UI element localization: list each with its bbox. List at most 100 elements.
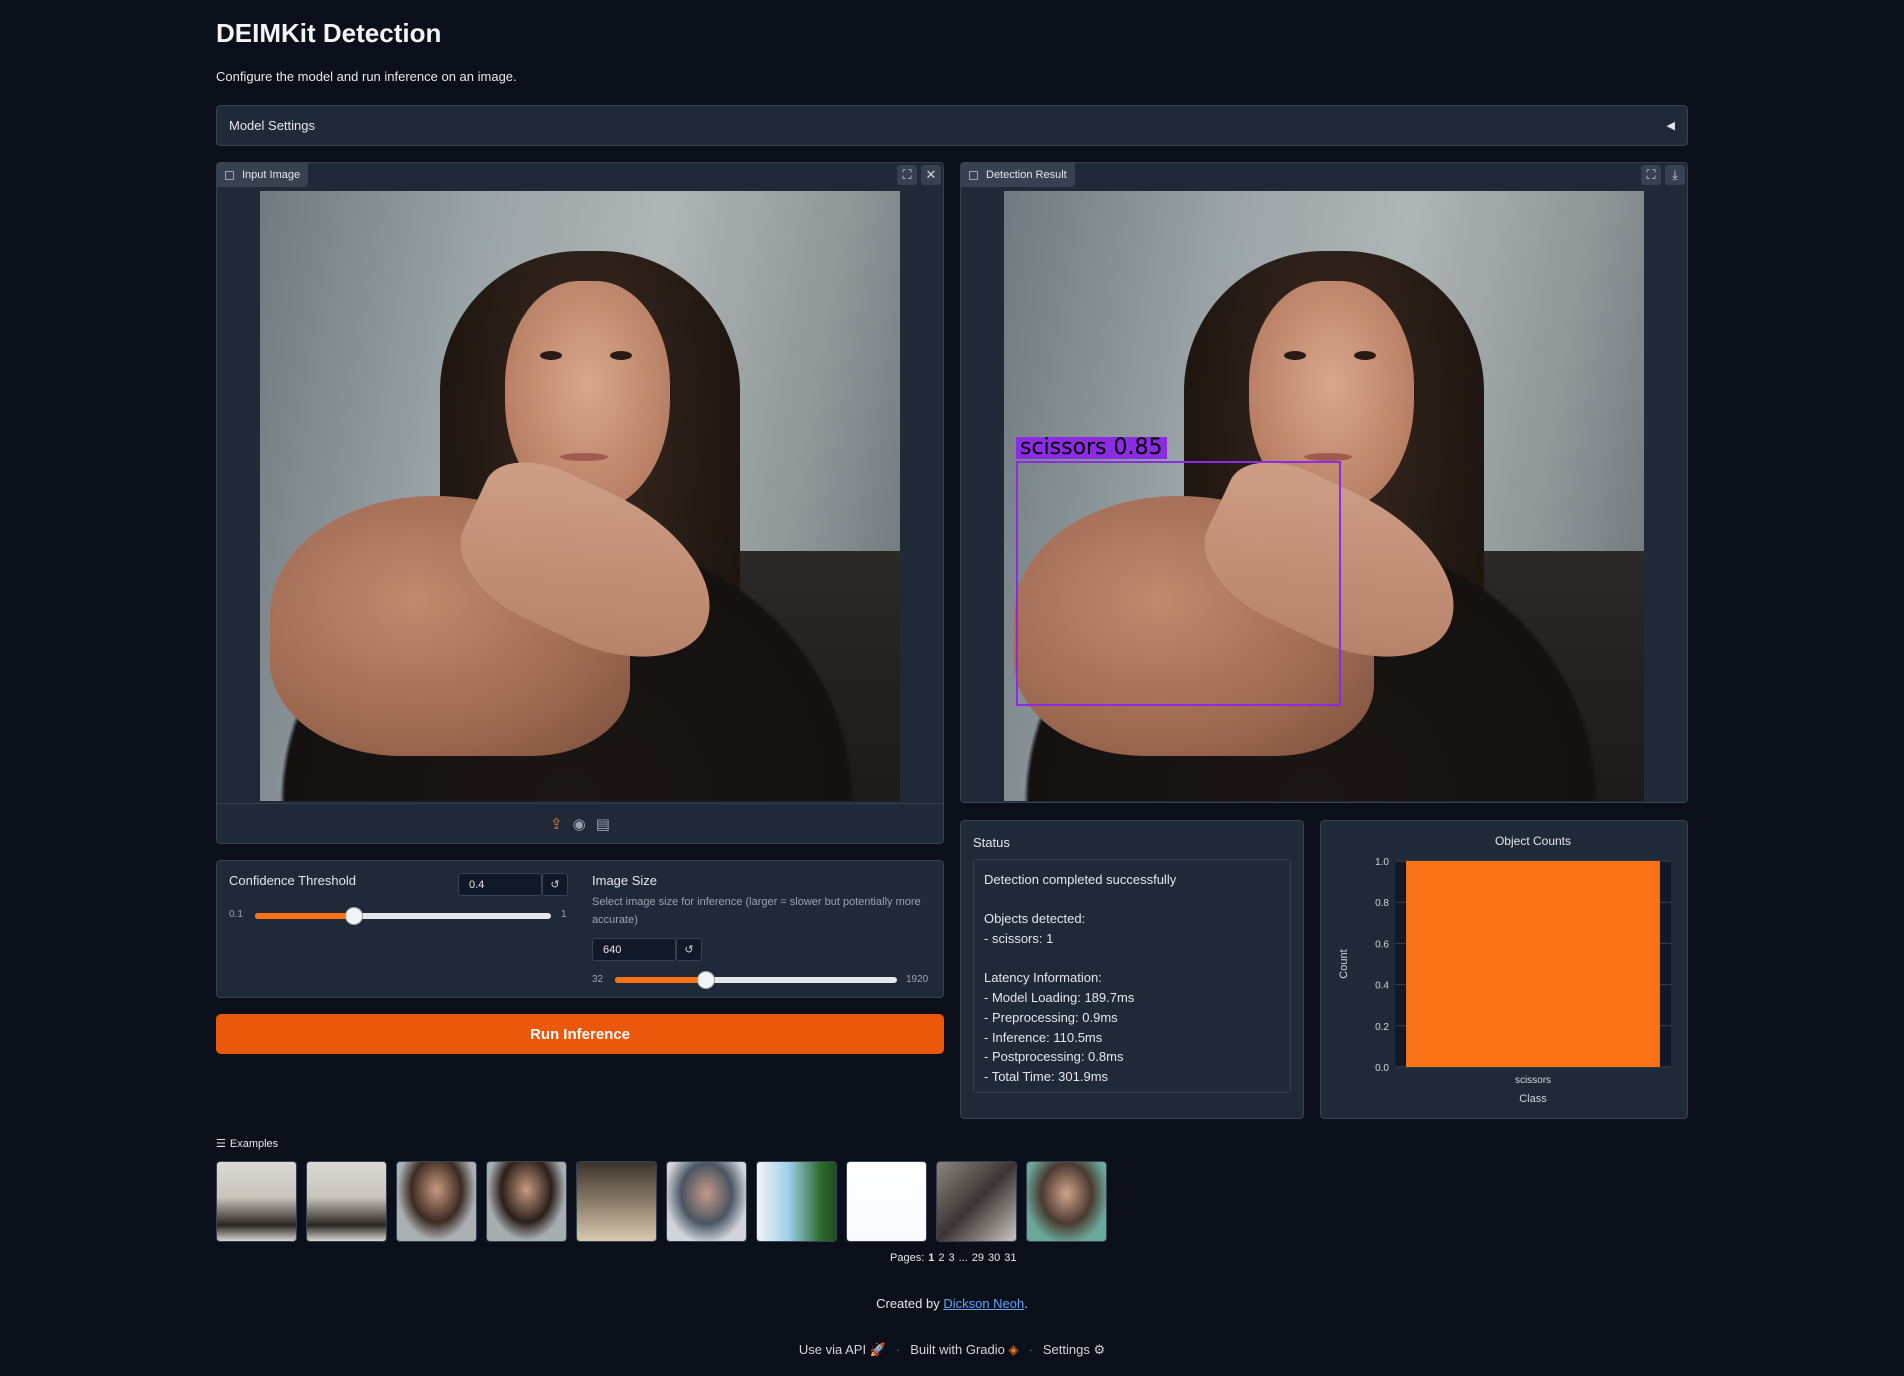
x-axis-label: Class (1519, 1093, 1547, 1105)
footer: Use via API 🚀 · Built with Gradio ◈ · Se… (216, 1342, 1688, 1358)
confidence-slider[interactable] (255, 907, 551, 925)
bbox-label: scissors 0.85 (1016, 437, 1167, 459)
fullscreen-icon[interactable]: ⛶ (1641, 165, 1661, 185)
example-thumbnail[interactable] (846, 1161, 927, 1242)
image-size-reset-button[interactable]: ↺ (676, 938, 702, 961)
image-size-slider[interactable] (615, 971, 897, 989)
author-link[interactable]: Dickson Neoh (943, 1296, 1024, 1311)
y-tick-label: 0.0 (1375, 1063, 1389, 1074)
example-thumbnail[interactable] (396, 1161, 477, 1242)
detection-result-label-text: Detection Result (986, 169, 1067, 181)
image-size-slider-thumb[interactable] (696, 971, 715, 989)
status-line: Objects detected: (984, 911, 1086, 927)
input-image-panel: Input Image ⛶ ✕ ⇪ ◉ ▤ (216, 162, 944, 844)
credit-line: Created by Dickson Neoh. (216, 1296, 1688, 1311)
download-icon[interactable]: ⤓ (1665, 165, 1685, 185)
image-size-label: Image Size (592, 873, 658, 888)
page-link[interactable]: 30 (988, 1252, 1000, 1264)
status-textbox[interactable]: Detection completed successfully Objects… (973, 859, 1291, 1093)
status-line: Detection completed successfully (984, 872, 1177, 887)
examples-gallery (216, 1161, 1107, 1242)
status-panel: Status Detection completed successfully … (960, 820, 1304, 1119)
status-line: - Postprocessing: 0.8ms (984, 1049, 1124, 1065)
result-photo: scissors 0.85 (1004, 191, 1644, 801)
built-with-label: Built with Gradio (910, 1342, 1005, 1357)
image-size-slider-fill (615, 977, 706, 983)
example-thumbnail[interactable] (306, 1161, 387, 1242)
gradio-logo-icon: ◈ (1008, 1342, 1019, 1357)
example-thumbnail[interactable] (756, 1161, 837, 1242)
y-tick-label: 0.2 (1375, 1022, 1389, 1033)
use-api-link[interactable]: Use via API 🚀 (799, 1342, 886, 1358)
page-link[interactable]: 2 (938, 1252, 944, 1264)
x-tick-label: scissors (1515, 1075, 1551, 1086)
y-tick-label: 0.6 (1375, 939, 1389, 950)
status-line: - scissors: 1 (984, 931, 1054, 947)
bounding-box (1016, 461, 1341, 706)
fullscreen-icon[interactable]: ⛶ (897, 165, 917, 185)
example-thumbnail[interactable] (666, 1161, 747, 1242)
model-settings-label: Model Settings (229, 118, 315, 133)
chart-title: Object Counts (1495, 834, 1571, 848)
page-subtitle: Configure the model and run inference on… (216, 69, 517, 84)
run-inference-button[interactable]: Run Inference (216, 1014, 944, 1054)
pagination-ellipsis: ... (958, 1252, 968, 1264)
example-thumbnail[interactable] (936, 1161, 1017, 1242)
list-icon: ☰ (216, 1138, 226, 1150)
credit-suffix: . (1024, 1296, 1028, 1311)
example-thumbnail[interactable] (486, 1161, 567, 1242)
page-link[interactable]: 29 (972, 1252, 984, 1264)
inference-settings-panel: Confidence Threshold 0.4 ↺ 0.1 1 Image S… (216, 860, 944, 998)
footer-separator: · (895, 1342, 901, 1357)
page-link[interactable]: 1 (928, 1252, 934, 1264)
image-source-toolbar: ⇪ ◉ ▤ (217, 803, 943, 843)
bar (1406, 861, 1660, 1067)
object-counts-chart: Object Counts 0.0 0.2 0.4 0.6 0.8 1.0 scissors C… (1338, 834, 1671, 1105)
confidence-min: 0.1 (229, 909, 243, 920)
model-settings-accordion[interactable]: Model Settings ◀ (216, 105, 1688, 146)
use-api-label: Use via API (798, 1342, 867, 1357)
page-link[interactable]: 3 (949, 1252, 955, 1264)
status-line (984, 949, 1280, 969)
status-label: Status (973, 835, 1010, 850)
page-link[interactable]: 31 (1004, 1252, 1016, 1264)
image-size-min: 32 (592, 974, 604, 985)
confidence-max: 1 (561, 909, 567, 920)
status-line: - Inference: 110.5ms (984, 1029, 1103, 1045)
y-tick-label: 0.8 (1375, 898, 1389, 909)
built-with-gradio-link[interactable]: Built with Gradio ◈ (910, 1342, 1018, 1358)
confidence-slider-thumb[interactable] (344, 907, 363, 925)
image-size-input[interactable]: 640 (592, 938, 676, 961)
confidence-reset-button[interactable]: ↺ (542, 873, 568, 896)
status-line: Latency Information: (984, 970, 1102, 986)
status-line: - Preprocessing: 0.9ms (984, 1009, 1118, 1025)
settings-link[interactable]: Settings ⚙ (1043, 1342, 1105, 1358)
settings-label: Settings (1042, 1342, 1090, 1357)
example-thumbnail[interactable] (576, 1161, 657, 1242)
gear-icon: ⚙ (1093, 1342, 1106, 1357)
clipboard-icon[interactable]: ▤ (596, 815, 610, 833)
image-icon (969, 170, 978, 180)
input-image-label-text: Input Image (242, 169, 301, 181)
confidence-slider-fill (255, 913, 354, 919)
pages-prefix: Pages: (890, 1252, 925, 1264)
close-icon[interactable]: ✕ (921, 165, 941, 185)
examples-pagination: Pages: 1 2 3... 29 30 31 (890, 1252, 1017, 1264)
rocket-icon: 🚀 (869, 1342, 886, 1357)
confidence-input[interactable]: 0.4 (458, 873, 542, 896)
example-thumbnail[interactable] (216, 1161, 297, 1242)
upload-icon[interactable]: ⇪ (550, 815, 563, 833)
page-title: DEIMKit Detection (216, 18, 442, 48)
webcam-icon[interactable]: ◉ (573, 815, 586, 833)
examples-label: Examples (229, 1137, 279, 1150)
y-tick-label: 0.4 (1375, 981, 1389, 992)
image-size-max: 1920 (906, 974, 929, 985)
status-line: - Model Loading: 189.7ms (984, 990, 1135, 1006)
status-line: - Total Time: 301.9ms (984, 1069, 1109, 1084)
example-thumbnail[interactable] (1026, 1161, 1107, 1242)
examples-header: ☰ Examples (216, 1137, 279, 1151)
triangle-left-icon: ◀ (1666, 120, 1675, 132)
confidence-label: Confidence Threshold (229, 873, 356, 888)
y-axis-label: Count (1338, 949, 1350, 978)
detection-result-panel: Detection Result ⛶ ⤓ scissors 0.85 (960, 162, 1688, 803)
